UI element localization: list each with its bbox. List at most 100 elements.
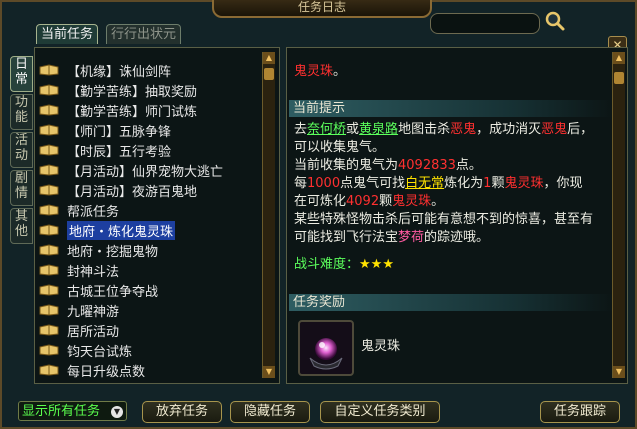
quest-list-item[interactable]: 帮派任务 — [39, 200, 261, 220]
hint-text-part: 颗 — [491, 176, 505, 191]
quest-list-item[interactable]: 封神斗法 — [39, 260, 261, 280]
quest-list-item[interactable]: 【师门】五脉争锋 — [39, 120, 261, 140]
quest-list-item-label: 居所活动 — [67, 324, 120, 340]
quest-book-icon — [39, 324, 59, 336]
quest-log-window: 任务日志 当前任务 行行出状元 ✕ 日常 功能 活动 剧情 其他 【机缘】诛仙剑… — [0, 0, 637, 429]
quest-book-icon — [39, 344, 59, 356]
quest-list-item[interactable]: 【勤学苦练】抽取奖励 — [39, 80, 261, 100]
side-tab-activity[interactable]: 活动 — [10, 132, 33, 168]
hint-text-part: 每 — [294, 176, 308, 191]
difficulty-row: 战斗难度：★★★ — [294, 256, 594, 274]
reward-item-name: 鬼灵珠 — [361, 339, 401, 354]
quest-list-item[interactable]: 【机缘】诛仙剑阵 — [39, 60, 261, 80]
chevron-down-icon[interactable]: ▼ — [111, 406, 123, 418]
quest-list-item[interactable]: 【月活动】仙界宠物大逃亡 — [39, 160, 261, 180]
quest-list-item-label: 【勤学苦练】师门试炼 — [67, 104, 198, 120]
hint-text-part: 点。 — [455, 158, 482, 173]
quest-list-item[interactable]: 每日升级点数 — [39, 360, 261, 380]
quest-book-icon — [39, 104, 59, 116]
item-name: 鬼灵珠 — [504, 176, 544, 191]
quest-book-icon — [39, 284, 59, 296]
monster-name: 恶鬼 — [541, 122, 568, 137]
quest-book-icon — [39, 64, 59, 76]
quest-list-item[interactable]: 【月活动】夜游百鬼地 — [39, 180, 261, 200]
quest-list-item[interactable]: 地府・炼化鬼灵珠 — [39, 220, 261, 240]
reward-item-icon[interactable] — [298, 320, 354, 376]
side-tab-function[interactable]: 功能 — [10, 94, 33, 130]
hint-text: 去奈何桥或黄泉路地图击杀恶鬼，成功消灭恶鬼后，可以收集鬼气。 当前收集的鬼气为4… — [294, 121, 594, 247]
search-input[interactable] — [430, 13, 540, 34]
hint-text-part: 颗 — [379, 194, 393, 209]
ghost-pearl-icon — [309, 338, 343, 370]
quest-list-item[interactable]: 居所活动 — [39, 320, 261, 340]
hint-text-part: 炼化为 — [444, 176, 484, 191]
treasure-name: 梦荷 — [398, 230, 425, 245]
ghost-qi-amount: 4092833 — [398, 158, 456, 173]
ghost-qi-cost: 1000 — [307, 176, 341, 191]
track-quest-button[interactable]: 任务跟踪 — [540, 401, 620, 423]
quest-book-icon — [39, 244, 59, 256]
npc-link[interactable]: 白无常 — [405, 176, 444, 191]
quest-list-item-label: 九曜神游 — [67, 304, 120, 320]
monster-name: 恶鬼 — [450, 122, 477, 137]
quest-book-icon — [39, 124, 59, 136]
detail-scrollbar[interactable]: ▲ ▼ — [612, 52, 625, 378]
quest-list: 【机缘】诛仙剑阵【勤学苦练】抽取奖励 【勤学苦练】师门试炼 【师门】五脉争锋 【时辰】… — [39, 60, 261, 380]
quest-list-item-label: 【勤学苦练】抽取奖励 — [67, 84, 198, 100]
quest-list-item[interactable]: 地府・挖掘鬼物 — [39, 240, 261, 260]
quest-list-item-label: 帮派任务 — [67, 204, 120, 220]
side-tab-daily[interactable]: 日常 — [10, 56, 33, 92]
quest-list-item[interactable]: 【时辰】五行考验 — [39, 140, 261, 160]
custom-category-button[interactable]: 自定义任务类别 — [320, 401, 440, 423]
difficulty-stars: ★★★ — [359, 257, 394, 272]
quest-list-item-label: 【师门】五脉争锋 — [67, 124, 172, 140]
scroll-thumb[interactable] — [614, 72, 624, 84]
difficulty-label: 战斗难度： — [294, 257, 360, 272]
scroll-down-icon[interactable]: ▼ — [263, 366, 275, 378]
punctuation: 。 — [333, 64, 347, 79]
quest-list-item-label: 钧天台试炼 — [67, 344, 133, 360]
quest-book-icon — [39, 304, 59, 316]
location-link[interactable]: 黄泉路 — [359, 122, 398, 137]
quest-list-item-label: 古城王位争夺战 — [67, 284, 159, 300]
quest-list-item-label: 【机缘】诛仙剑阵 — [67, 64, 172, 80]
tab-current-quests[interactable]: 当前任务 — [36, 24, 99, 44]
hide-quest-button[interactable]: 隐藏任务 — [230, 401, 310, 423]
quest-book-icon — [39, 184, 59, 196]
quest-list-scrollbar[interactable]: ▲ ▼ — [262, 52, 275, 378]
hint-text-part: 地图击杀 — [398, 122, 451, 137]
hint-text-part: 或 — [346, 122, 360, 137]
current-hint-header: 当前提示 — [289, 100, 613, 117]
hint-text-part: ，成功消灭 — [476, 122, 542, 137]
scroll-up-icon[interactable]: ▲ — [263, 52, 275, 64]
item-name: 鬼灵珠 — [294, 64, 334, 79]
quest-filter-value: 显示所有任务 — [22, 404, 101, 419]
abandon-quest-button[interactable]: 放弃任务 — [142, 401, 222, 423]
side-tab-other[interactable]: 其他 — [10, 208, 33, 244]
quest-detail-panel: 鬼灵珠。 当前提示 去奈何桥或黄泉路地图击杀恶鬼，成功消灭恶鬼后，可以收集鬼气。… — [286, 47, 628, 384]
hint-text-part: 点鬼气可找 — [340, 176, 406, 191]
quest-filter-select[interactable]: 显示所有任务 ▼ — [18, 401, 127, 421]
quest-list-item[interactable]: 钧天台试炼 — [39, 340, 261, 360]
quest-book-icon — [39, 84, 59, 96]
detail-top-line: 鬼灵珠。 — [294, 63, 594, 81]
quest-book-icon — [39, 204, 59, 216]
quest-list-item[interactable]: 九曜神游 — [39, 300, 261, 320]
craftable-count: 4092 — [346, 194, 380, 209]
scroll-up-icon[interactable]: ▲ — [613, 52, 625, 64]
quest-list-item[interactable]: 古城王位争夺战 — [39, 280, 261, 300]
side-tab-story[interactable]: 剧情 — [10, 170, 33, 206]
scroll-thumb[interactable] — [264, 68, 274, 80]
location-link[interactable]: 奈何桥 — [307, 122, 346, 137]
hint-text-part: 去 — [294, 122, 308, 137]
quest-list-item[interactable]: 【勤学苦练】师门试炼 — [39, 100, 261, 120]
hint-text-part: 。 — [431, 194, 445, 209]
quest-book-icon — [39, 264, 59, 276]
hint-text-part: 当前收集的鬼气为 — [294, 158, 399, 173]
quest-book-icon — [39, 144, 59, 156]
scroll-down-icon[interactable]: ▼ — [613, 366, 625, 378]
search-icon[interactable] — [544, 10, 566, 32]
quest-list-item-label: 【月活动】夜游百鬼地 — [67, 184, 198, 200]
window-title: 任务日志 — [212, 0, 432, 18]
tab-career[interactable]: 行行出状元 — [106, 24, 182, 44]
